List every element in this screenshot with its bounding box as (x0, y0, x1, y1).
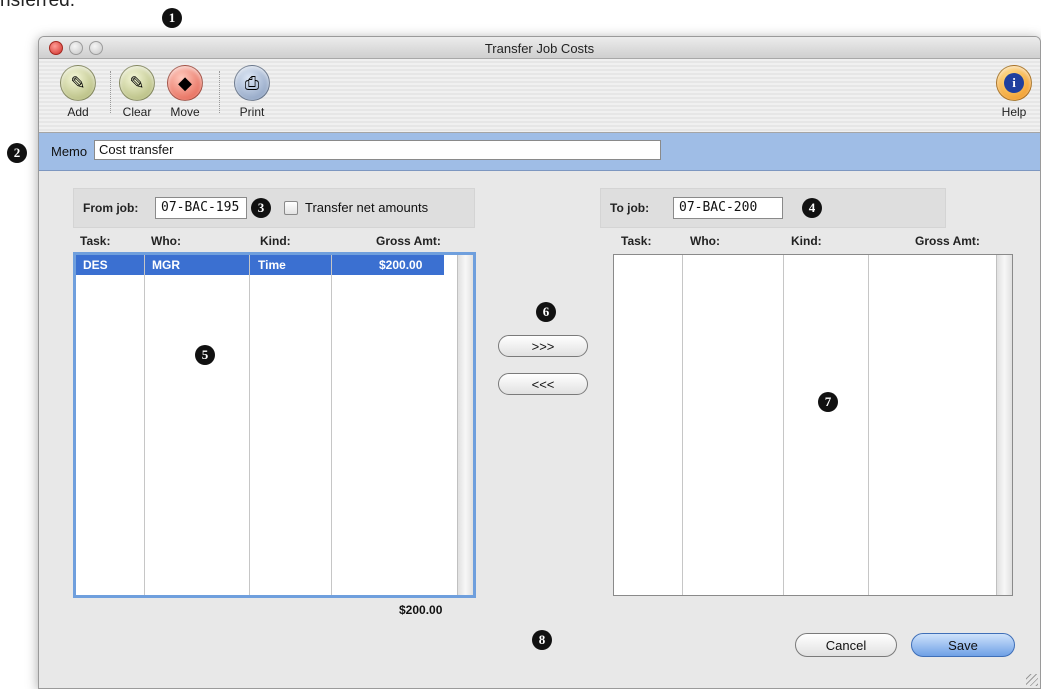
printer-icon: ⎙ (234, 65, 270, 101)
to-list-scrollbar[interactable] (996, 255, 1012, 595)
who-cell: MGR (152, 258, 180, 272)
eraser-icon: ◆ (167, 65, 203, 101)
to-job-label: To job: (610, 201, 650, 215)
caption-text: nsferred. (0, 0, 75, 11)
callout-6: 6 (536, 302, 556, 322)
move-left-button[interactable]: <<< (498, 373, 588, 395)
from-job-label: From job: (83, 201, 139, 215)
cancel-button[interactable]: Cancel (795, 633, 897, 657)
resize-grip[interactable] (1026, 674, 1038, 686)
callout-3: 3 (251, 198, 271, 218)
add-button[interactable]: ✎ Add (60, 65, 96, 119)
kind-cell: Time (258, 258, 286, 272)
gross-cell: $200.00 (379, 258, 423, 272)
help-label: Help (1001, 105, 1027, 119)
transfer-job-costs-window: Transfer Job Costs ✎ Add ✎ Clear ◆ Move … (38, 36, 1041, 689)
column-divider (868, 255, 869, 595)
toolbar-separator (219, 71, 220, 113)
from-kind-header[interactable]: Kind: (260, 234, 291, 248)
column-divider (249, 255, 250, 595)
from-task-header[interactable]: Task: (80, 234, 110, 248)
memo-input[interactable]: Cost transfer (94, 140, 661, 160)
pencil-icon: ✎ (119, 65, 155, 101)
move-right-button[interactable]: >>> (498, 335, 588, 357)
add-label: Add (67, 105, 89, 119)
title-bar[interactable]: Transfer Job Costs (39, 37, 1040, 59)
pencil-icon: ✎ (60, 65, 96, 101)
print-button[interactable]: ⎙ Print (234, 65, 270, 119)
to-job-group: To job: 07-BAC-200 4 (600, 188, 946, 228)
clear-label: Clear (122, 105, 152, 119)
callout-7: 7 (818, 392, 838, 412)
clear-button[interactable]: ✎ Clear (119, 65, 155, 119)
to-who-header[interactable]: Who: (690, 234, 720, 248)
from-costs-list[interactable]: DES MGR Time $200.00 5 (73, 252, 476, 598)
save-button[interactable]: Save (911, 633, 1015, 657)
table-row[interactable]: DES MGR Time $200.00 (76, 255, 444, 275)
from-list-scrollbar[interactable] (457, 255, 473, 595)
to-kind-header[interactable]: Kind: (791, 234, 822, 248)
from-total: $200.00 (399, 603, 443, 617)
callout-1: 1 (162, 8, 182, 28)
transfer-net-checkbox[interactable] (284, 201, 298, 215)
to-gross-header[interactable]: Gross Amt: (915, 234, 980, 248)
column-divider (783, 255, 784, 595)
move-label: Move (170, 105, 200, 119)
memo-bar: Memo Cost transfer (39, 133, 1040, 171)
window-title: Transfer Job Costs (484, 41, 595, 56)
toolbar: ✎ Add ✎ Clear ◆ Move ⎙ Print i Help (39, 59, 1040, 133)
callout-2: 2 (7, 143, 27, 163)
from-job-group: From job: 07-BAC-195 3 Transfer net amou… (73, 188, 475, 228)
column-divider (682, 255, 683, 595)
callout-5: 5 (195, 345, 215, 365)
move-button[interactable]: ◆ Move (167, 65, 203, 119)
column-divider (144, 255, 145, 595)
from-who-header[interactable]: Who: (151, 234, 181, 248)
info-icon: i (996, 65, 1032, 101)
task-cell: DES (83, 258, 108, 272)
column-divider (331, 255, 332, 595)
from-gross-header[interactable]: Gross Amt: (376, 234, 441, 248)
info-glyph: i (1004, 73, 1024, 93)
help-button[interactable]: i Help (996, 65, 1032, 119)
memo-label: Memo (51, 144, 88, 159)
screenshot-page: nsferred. 1 2 Transfer Job Costs ✎ Add ✎… (0, 0, 1041, 689)
callout-8: 8 (532, 630, 552, 650)
toolbar-separator (110, 71, 111, 113)
transfer-net-label[interactable]: Transfer net amounts (305, 200, 428, 215)
print-label: Print (239, 105, 265, 119)
to-job-field[interactable]: 07-BAC-200 (673, 197, 783, 219)
to-task-header[interactable]: Task: (621, 234, 651, 248)
from-job-field[interactable]: 07-BAC-195 (155, 197, 247, 219)
callout-4: 4 (802, 198, 822, 218)
to-costs-list[interactable]: 7 (613, 254, 1013, 596)
